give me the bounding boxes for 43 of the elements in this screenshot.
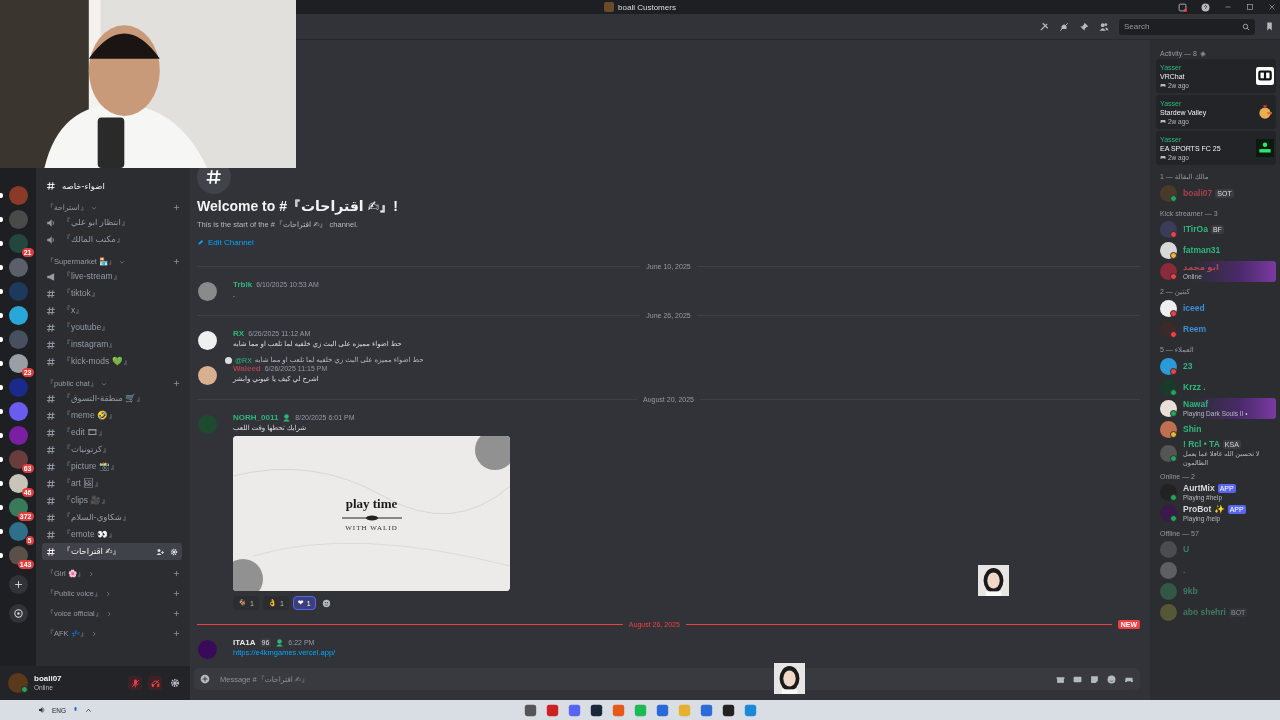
channel-item[interactable]: 『art 🖼』	[42, 475, 182, 492]
member-name[interactable]: Shin	[1183, 425, 1202, 434]
channel-item[interactable]: 『اقتراحات ✍』	[42, 543, 182, 560]
window-title: boali Customers	[618, 2, 676, 12]
member-name[interactable]: .	[1183, 566, 1186, 575]
edit-channel-link[interactable]: Edit Channel	[197, 238, 1140, 247]
channel-item[interactable]: 『youtube』	[42, 319, 182, 336]
username[interactable]: RX	[233, 329, 245, 338]
member-name[interactable]: 23	[1183, 362, 1193, 371]
member-name[interactable]: !TirOa	[1183, 225, 1208, 234]
channel-item[interactable]: 『كرتونيات』	[42, 441, 182, 458]
member-name[interactable]: 9kb	[1183, 587, 1198, 596]
member-name[interactable]: Nawaf	[1183, 399, 1209, 409]
search-field[interactable]: Search	[1119, 18, 1255, 35]
channel-item[interactable]: 『منطقة-التسوق 🛒』	[42, 390, 182, 407]
channel-item[interactable]: اضواء-خاصه	[42, 177, 182, 194]
username[interactable]: NORH_0011	[233, 413, 279, 422]
member-name[interactable]: ! Rcl • TA	[1183, 440, 1220, 449]
channel-item[interactable]: 『live-stream』	[42, 268, 182, 285]
channel-item[interactable]: 『meme 🤣』	[42, 407, 182, 424]
channel-item[interactable]: 『x』	[42, 302, 182, 319]
username[interactable]: ITA1A	[233, 638, 256, 647]
channel-item[interactable]: 『انتظار ابو علي』	[42, 214, 182, 231]
member-name[interactable]: U	[1183, 545, 1190, 554]
channel-item[interactable]: 『picture 📸』	[42, 458, 182, 475]
image-title: play time	[345, 495, 398, 512]
member-name[interactable]: Reem	[1183, 325, 1207, 334]
username[interactable]: Trblk	[233, 280, 253, 289]
welcome-title: Welcome to #『اقتراحات ✍』!	[197, 198, 399, 216]
member-name[interactable]: abo shehri	[1183, 608, 1226, 617]
member-name[interactable]: fatman31	[1183, 246, 1221, 255]
channel-item[interactable]: 『مكتب المالك』	[42, 231, 182, 248]
channel-item[interactable]: 『clips 🎥』	[42, 492, 182, 509]
member-name[interactable]: iceed	[1183, 304, 1205, 313]
member-name[interactable]: Krzz .	[1183, 383, 1206, 392]
channel-item[interactable]: 『kick-mods 💚』	[42, 353, 182, 370]
member-name[interactable]: AurtMix	[1183, 483, 1215, 493]
member-name[interactable]: ProBot ✨	[1183, 504, 1225, 514]
channel-item[interactable]: 『instagram』	[42, 336, 182, 353]
channel-item[interactable]: 『tiktok』	[42, 285, 182, 302]
channel-item[interactable]: 『شكاوي-السلام』	[42, 509, 182, 526]
username: boali07	[34, 674, 63, 683]
channel-item[interactable]: 『edit 🎞』	[42, 424, 182, 441]
